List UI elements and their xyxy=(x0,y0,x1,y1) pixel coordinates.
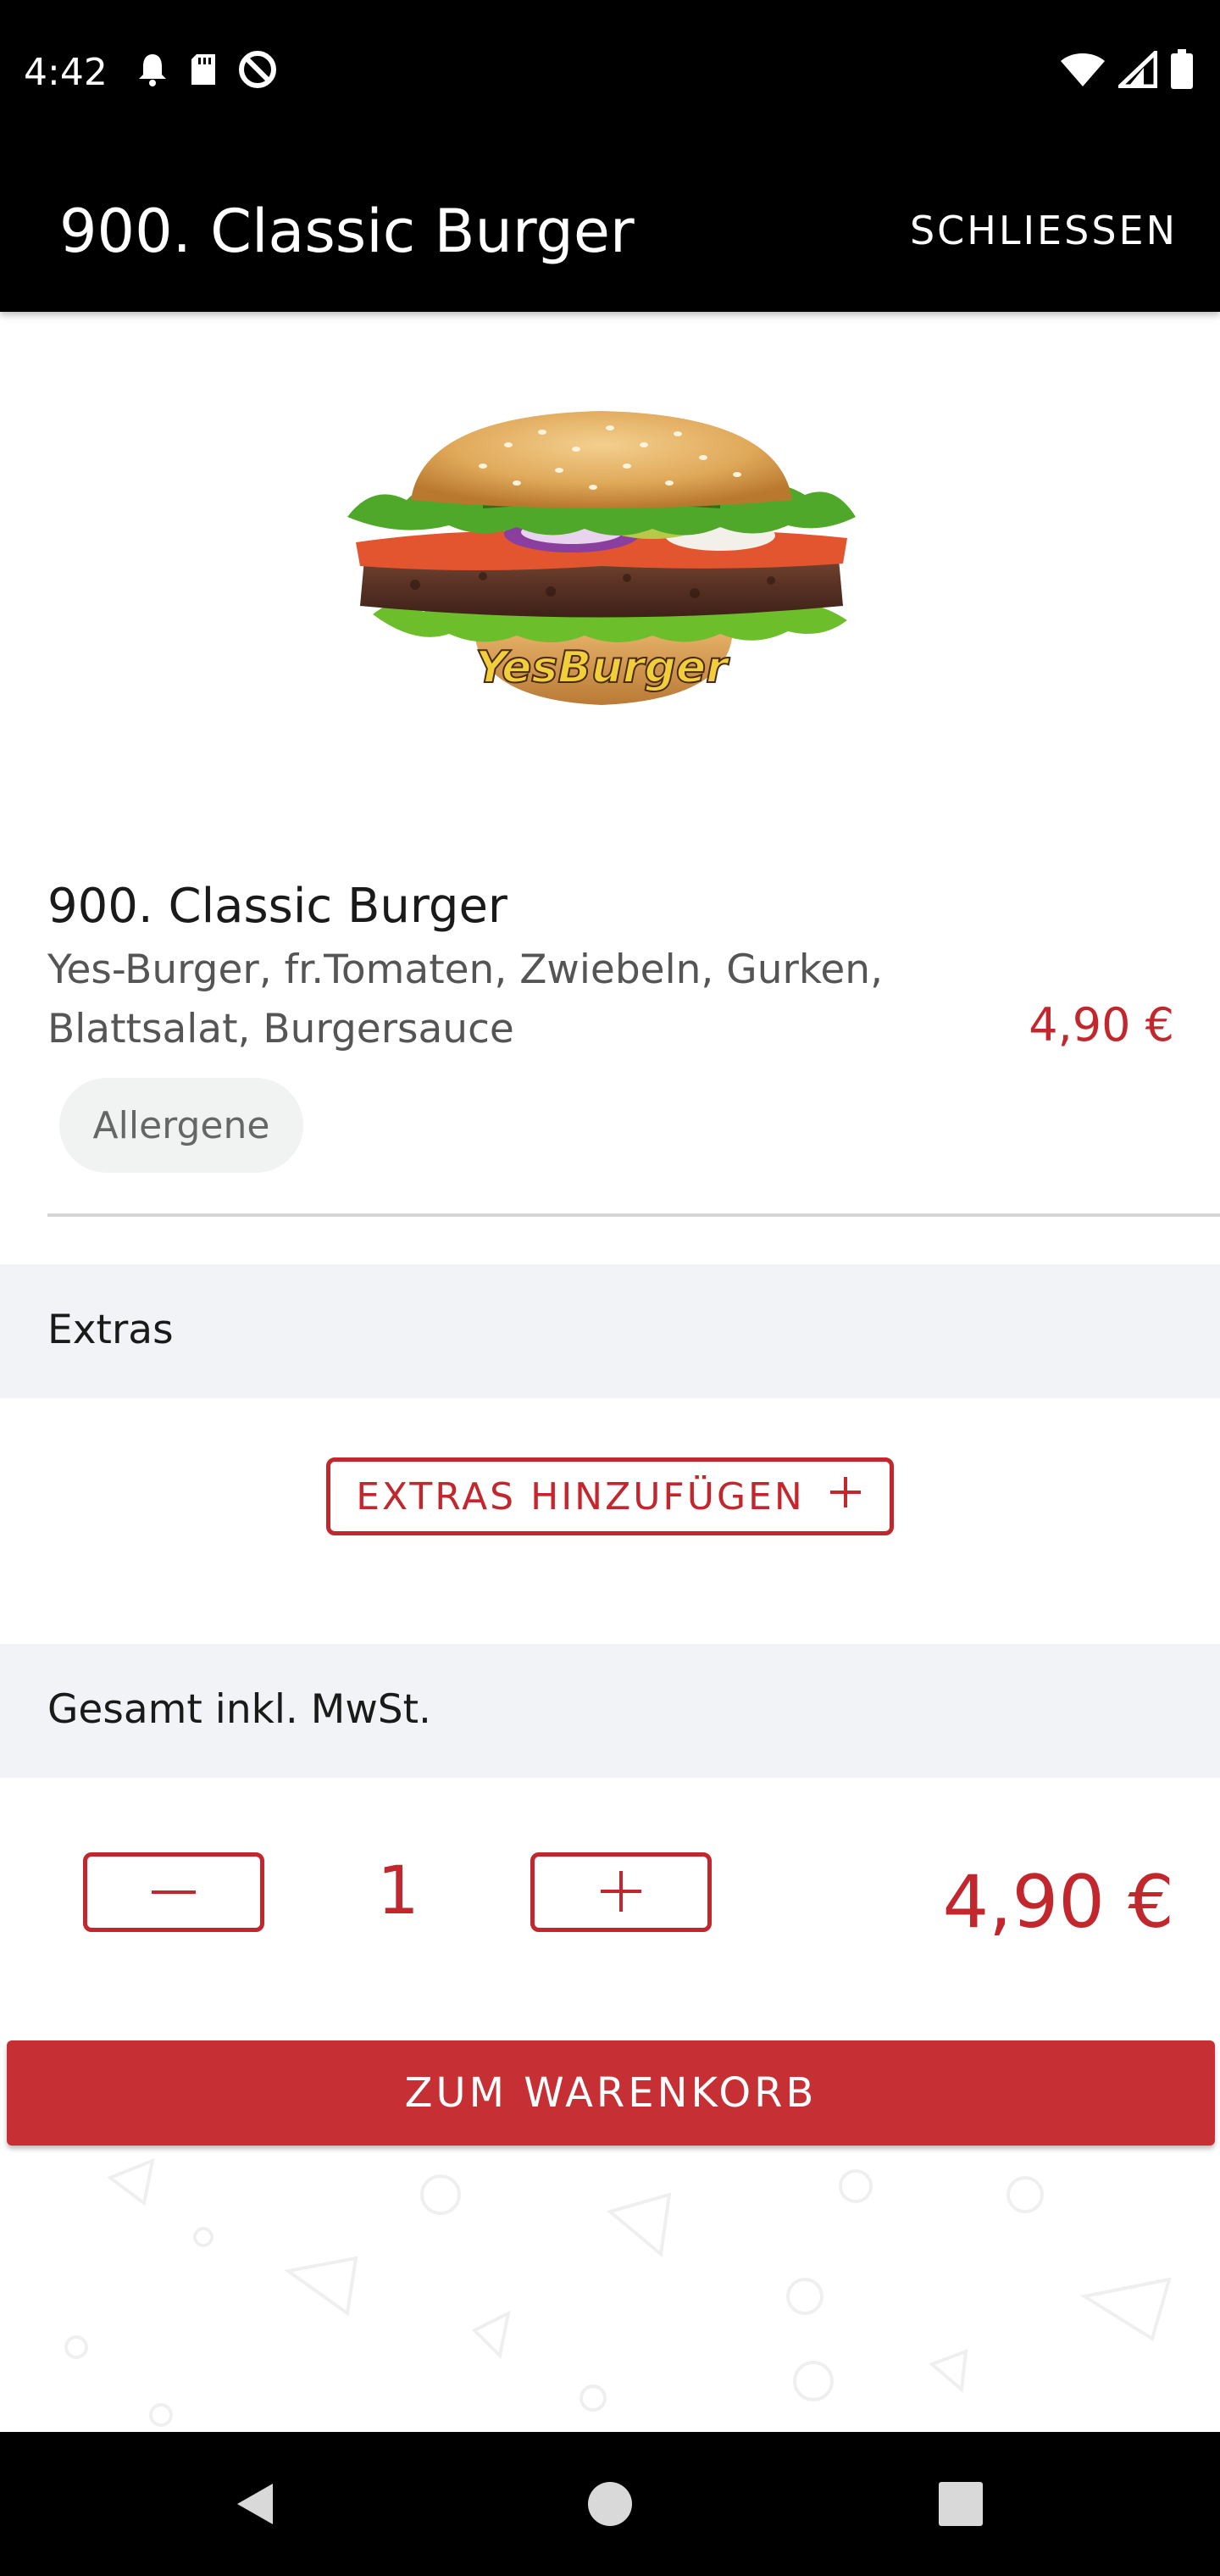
cell-signal-icon xyxy=(1114,47,1158,92)
product-name: 900. Classic Burger xyxy=(47,879,507,934)
sd-card-icon xyxy=(188,51,219,92)
recents-icon[interactable] xyxy=(918,2462,1003,2546)
extras-label: Extras xyxy=(47,1307,174,1353)
status-icons-left xyxy=(136,49,278,94)
close-button[interactable]: SCHLIESSEN xyxy=(910,205,1178,256)
data-saver-icon xyxy=(237,49,278,94)
extras-section-header: Extras xyxy=(0,1264,1220,1398)
add-extras-button[interactable]: EXTRAS HINZUFÜGEN xyxy=(326,1457,894,1535)
increase-quantity-button[interactable] xyxy=(530,1852,712,1932)
navigation-bar xyxy=(0,2432,1220,2576)
add-to-cart-button[interactable]: ZUM WARENKORB xyxy=(7,2040,1215,2146)
total-price: 4,90 € xyxy=(942,1860,1174,1945)
quantity-value: 1 xyxy=(377,1853,419,1929)
status-icons-right xyxy=(1059,47,1195,94)
allergen-chip[interactable]: Allergene xyxy=(59,1078,303,1173)
divider xyxy=(47,1213,1220,1217)
minus-icon xyxy=(150,1886,197,1899)
yesburger-logo: YesBurger xyxy=(475,642,730,693)
product-description: Yes-Burger, fr.Tomaten, Zwiebeln, Gurken… xyxy=(47,947,884,1052)
page-title: 900. Classic Burger xyxy=(59,197,635,266)
bell-icon xyxy=(136,51,169,92)
app-bar: 900. Classic Burger SCHLIESSEN xyxy=(0,149,1220,312)
add-extras-label: EXTRAS HINZUFÜGEN xyxy=(356,1474,805,1518)
total-label: Gesamt inkl. MwSt. xyxy=(47,1686,431,1733)
status-time: 4:42 xyxy=(24,51,108,94)
plus-icon xyxy=(827,1474,864,1520)
battery-icon xyxy=(1169,49,1195,94)
product-price: 4,90 € xyxy=(1029,998,1174,1052)
background-pattern xyxy=(0,2152,1220,2432)
status-bar: 4:42 xyxy=(0,0,1220,149)
wifi-icon xyxy=(1059,51,1106,92)
home-icon[interactable] xyxy=(568,2462,652,2546)
decrease-quantity-button[interactable] xyxy=(83,1852,264,1932)
plus-icon xyxy=(597,1868,645,1918)
total-section-header: Gesamt inkl. MwSt. xyxy=(0,1644,1220,1778)
back-icon[interactable] xyxy=(212,2462,297,2546)
product-image: YesBurger xyxy=(347,398,856,720)
